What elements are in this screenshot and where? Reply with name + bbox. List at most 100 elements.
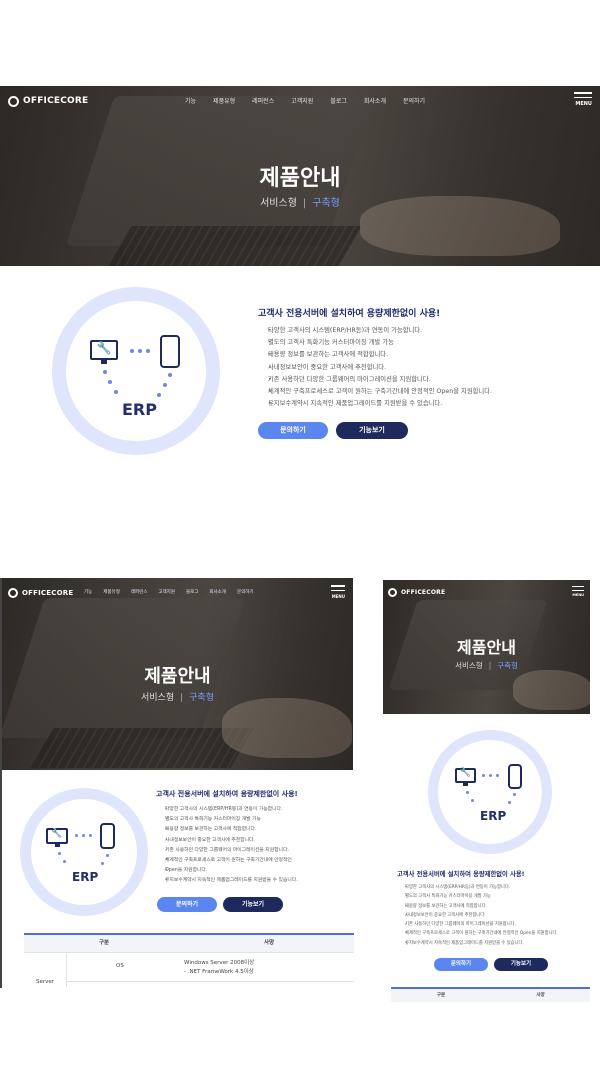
mobile-hero: OFFICECORE MENU 제품안내 서비스형 | 구축형 xyxy=(383,580,590,714)
inquiry-button[interactable]: 문의하기 xyxy=(434,958,488,971)
nav-item-features[interactable]: 기능 xyxy=(185,96,196,105)
tab-service[interactable]: 서비스형 xyxy=(141,693,174,703)
menu-label: MENU xyxy=(331,594,345,599)
list-item: 다양한 고객사의 시스템(ERP/HR등)과 연동이 가능합니다. xyxy=(260,325,492,337)
menu-button[interactable]: MENU xyxy=(331,585,345,599)
features-button[interactable]: 기능보기 xyxy=(336,422,408,439)
section-heading: 고객사 전용서버에 설치하여 용량제한없이 사용! xyxy=(258,309,441,319)
erp-label: ERP xyxy=(72,870,99,884)
wrench-icon: 🔧 xyxy=(459,768,472,778)
inquiry-button[interactable]: 문의하기 xyxy=(157,897,217,912)
nav-item-contact[interactable]: 문의하기 xyxy=(237,589,254,595)
tab-build[interactable]: 구축형 xyxy=(189,693,214,703)
phone-icon xyxy=(508,764,522,789)
nav-item-blog[interactable]: 블로그 xyxy=(186,589,198,595)
list-item: 별도의 고객사 특화기능 커스터마이징 개발 가능 xyxy=(399,892,558,902)
list-item: 체계적인 구축프로세스로 고객이 원하는 구축기간내에 안정적인 xyxy=(158,856,298,866)
list-item: 유지보수계약시 지속적인 제품업그레이드를 지원받을 수 있습니다. xyxy=(158,876,298,886)
list-item: 대용량 정보를 보관하는 고객사에 적합합니다. xyxy=(399,902,558,912)
nav-item-support[interactable]: 고객지원 xyxy=(158,589,175,595)
features-button[interactable]: 기능보기 xyxy=(223,897,283,912)
feature-list: 다양한 고객사의 시스템(ERP/HR등)과 연동이 가능합니다. 별도의 고객… xyxy=(158,805,298,887)
tab-separator: | xyxy=(488,661,492,670)
list-item: Open을 지원합니다. xyxy=(158,866,298,876)
nav-item-support[interactable]: 고객지원 xyxy=(291,96,313,105)
phone-icon xyxy=(160,335,180,368)
section-heading: 고객사 전용서버에 설치하여 용량제한없이 사용! xyxy=(397,871,525,878)
brand-name: OFFICECORE xyxy=(22,589,74,597)
col-header-category: 구분 xyxy=(391,989,491,1002)
list-item: 기존 사용하던 다양한 그룹웨어의 마이그레이션을 지원합니다. xyxy=(260,374,492,386)
features-button[interactable]: 기능보기 xyxy=(494,958,548,971)
list-item: 별도의 고객사 특화기능 커스터마이징 개발 가능 xyxy=(158,815,298,825)
logo-icon xyxy=(388,588,397,597)
col-header-spec: 사양 xyxy=(491,989,590,1002)
list-item: 사내정보보안이 중요한 고객사에 추천합니다. xyxy=(399,911,558,921)
logo-icon xyxy=(8,95,19,107)
brand-logo[interactable]: OFFICECORE xyxy=(388,588,445,597)
nav-item-product-type[interactable]: 제품유형 xyxy=(213,96,235,105)
nav-item-product-type[interactable]: 제품유형 xyxy=(103,589,120,595)
os-spec-line1: Windows Server 2008이상 xyxy=(184,960,255,966)
nav-item-contact[interactable]: 문의하기 xyxy=(403,96,425,105)
menu-button[interactable]: MENU xyxy=(574,92,592,107)
hamburger-icon xyxy=(331,585,345,587)
nav-item-company[interactable]: 회사소개 xyxy=(209,589,226,595)
list-item: 대용량 정보를 보관하는 고객사에 적합합니다. xyxy=(158,825,298,835)
brand-logo[interactable]: OFFICECORE xyxy=(8,588,73,598)
nav-item-reference[interactable]: 레퍼런스 xyxy=(131,589,148,595)
tab-build[interactable]: 구축형 xyxy=(312,198,340,209)
list-item: 체계적인 구축프로세스로 고객이 원하는 구축기간내에 안정적인 Open을 지… xyxy=(399,929,558,939)
list-item: 기존 사용하던 다양한 그룹웨어의 마이그레이션을 지원합니다. xyxy=(399,920,558,930)
list-item: 기존 사용하던 다양한 그룹웨어의 마이그레이션을 지원합니다. xyxy=(158,846,298,856)
hamburger-icon xyxy=(574,92,592,94)
menu-button[interactable]: MENU xyxy=(572,586,584,597)
col-header-spec: 사양 xyxy=(184,935,354,952)
nav-item-blog[interactable]: 블로그 xyxy=(330,96,347,105)
nav-item-company[interactable]: 회사소개 xyxy=(364,96,386,105)
product-tabs: 서비스형 | 구축형 xyxy=(383,660,590,671)
erp-label: ERP xyxy=(122,400,157,419)
hamburger-icon xyxy=(572,586,584,588)
row-group-label: Server xyxy=(36,979,55,985)
list-item: 사내정보보안이 중요한 고객사에 추천합니다. xyxy=(158,836,298,846)
list-item: 유지보수계약시 지속적인 제품업그레이드를 지원받을 수 있습니다. xyxy=(260,398,492,410)
menu-label: MENU xyxy=(575,101,592,107)
list-item: 별도의 고객사 특화기능 커스터마이징 개발 가능 xyxy=(260,337,492,349)
list-item: 유지보수계약시 지속적인 제품업그레이드를 지원받을 수 있습니다. xyxy=(399,939,558,949)
row-os-label: OS xyxy=(116,963,124,969)
spec-table: 구분 사양 Server OS Windows Server 2008이상 - … xyxy=(24,933,354,987)
erp-label: ERP xyxy=(480,809,507,823)
wrench-icon: 🔧 xyxy=(96,341,112,355)
menu-label: MENU xyxy=(572,593,584,598)
list-item: 대용량 정보를 보관하는 고객사에 적합합니다. xyxy=(260,349,492,361)
tab-build[interactable]: 구축형 xyxy=(497,661,518,670)
tablet-hero: OFFICECORE 기능 제품유형 레퍼런스 고객지원 블로그 회사소개 문의… xyxy=(2,578,353,770)
section-heading: 고객사 전용서버에 설치하여 용량제한없이 사용! xyxy=(156,790,298,798)
logo-icon xyxy=(8,588,18,598)
page-title: 제품안내 xyxy=(144,666,211,687)
inquiry-button[interactable]: 문의하기 xyxy=(258,422,328,439)
brand-logo[interactable]: OFFICECORE xyxy=(8,95,89,107)
page-title: 제품안내 xyxy=(457,638,516,657)
product-tabs: 서비스형 | 구축형 xyxy=(0,194,600,209)
wrench-icon: 🔧 xyxy=(51,829,63,839)
col-header-category: 구분 xyxy=(24,935,184,952)
feature-list: 다양한 고객사의 시스템(ERP/HR등)과 연동이 가능합니다. 별도의 고객… xyxy=(399,883,558,948)
list-item: 체계적인 구축프로세스로 고객이 원하는 구축기간내에 안정적인 Open을 지… xyxy=(260,386,492,398)
spec-table: 구분 사양 xyxy=(391,987,590,1002)
feature-list: 다양한 고객사의 시스템(ERP/HR등)과 연동이 가능합니다. 별도의 고객… xyxy=(260,325,492,411)
list-item: 사내정보보안이 중요한 고객사에 추천합니다. xyxy=(260,362,492,374)
tab-service[interactable]: 서비스형 xyxy=(260,198,297,209)
nav-item-features[interactable]: 기능 xyxy=(84,589,92,595)
phone-icon xyxy=(100,823,115,849)
list-item: 다양한 고객사의 시스템(ERP/HR등)과 연동이 가능합니다. xyxy=(399,883,558,893)
tab-service[interactable]: 서비스형 xyxy=(455,661,483,670)
main-nav: 기능 제품유형 레퍼런스 고객지원 블로그 회사소개 문의하기 xyxy=(185,96,425,105)
brand-name: OFFICECORE xyxy=(401,589,446,596)
list-item: 다양한 고객사의 시스템(ERP/HR등)과 연동이 가능합니다. xyxy=(158,805,298,815)
brand-name: OFFICECORE xyxy=(23,96,89,106)
nav-item-reference[interactable]: 레퍼런스 xyxy=(252,96,274,105)
tab-separator: | xyxy=(180,693,184,703)
desktop-hero: OFFICECORE 기능 제품유형 레퍼런스 고객지원 블로그 회사소개 문의… xyxy=(0,86,600,266)
